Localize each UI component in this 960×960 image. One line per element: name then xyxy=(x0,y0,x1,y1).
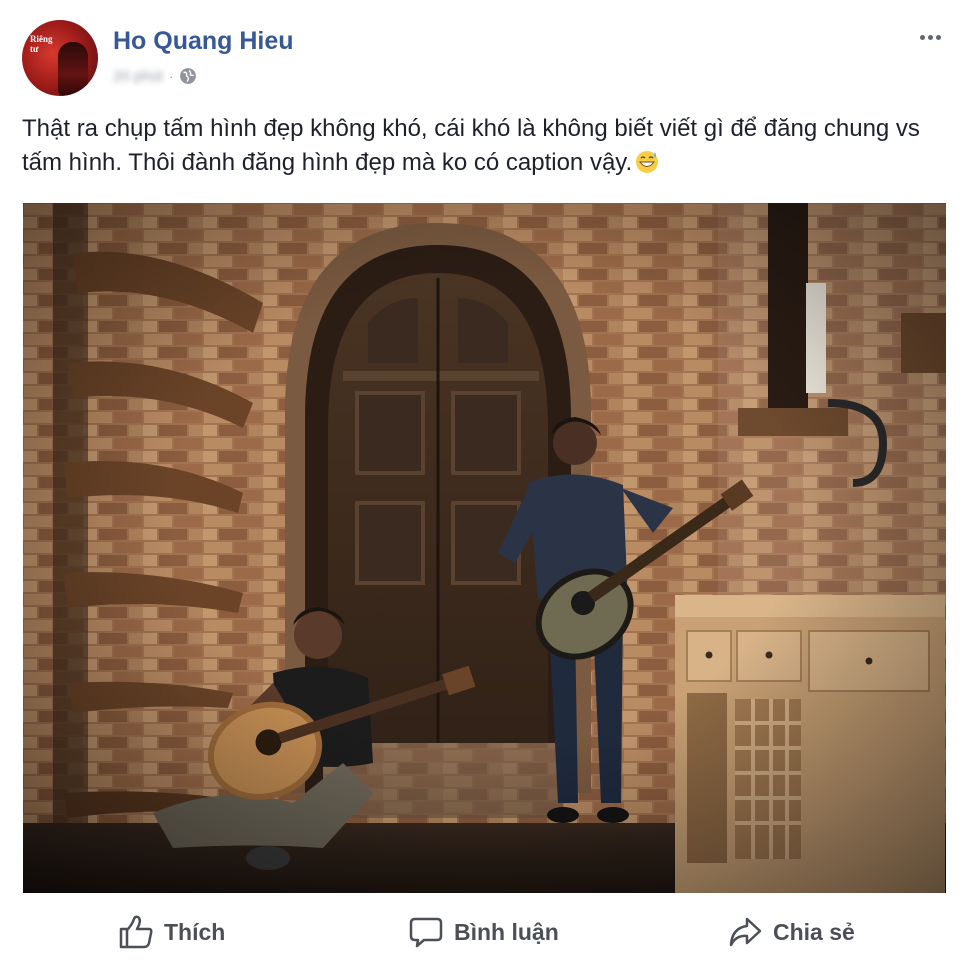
meta-separator: · xyxy=(169,68,174,84)
photo-illustration xyxy=(23,203,946,893)
like-button[interactable]: Thích xyxy=(118,912,225,952)
avatar[interactable]: Riêng tư xyxy=(22,20,98,96)
post-text: Thật ra chụp tấm hình đẹp không khó, cái… xyxy=(22,115,920,176)
avatar-badge: Riêng tư xyxy=(30,34,53,54)
more-options-icon[interactable] xyxy=(920,30,950,44)
share-label: Chia sẻ xyxy=(773,918,855,945)
share-button[interactable]: Chia sẻ xyxy=(727,912,855,952)
avatar-person xyxy=(58,42,88,96)
thumbs-up-icon xyxy=(119,915,153,949)
comment-button[interactable]: Bình luận xyxy=(408,912,559,952)
grinning-face-with-sweat-emoji xyxy=(636,151,659,173)
share-arrow-icon xyxy=(729,917,762,947)
post-photo[interactable] xyxy=(23,203,946,893)
post-meta: 20 phút · xyxy=(113,66,197,86)
post-header: Riêng tư Ho Quang Hieu 20 phút · xyxy=(0,0,960,100)
post-time[interactable]: 20 phút xyxy=(113,68,163,85)
post-actions: Thích Bình luận Chia sẻ xyxy=(0,904,960,960)
post-text-block: Thật ra chụp tấm hình đẹp không khó, cái… xyxy=(22,112,922,180)
like-label: Thích xyxy=(164,918,226,945)
globe-icon[interactable] xyxy=(179,67,197,85)
comment-bubble-icon xyxy=(409,917,443,948)
author-name[interactable]: Ho Quang Hieu xyxy=(113,27,294,56)
comment-label: Bình luận xyxy=(454,918,559,945)
